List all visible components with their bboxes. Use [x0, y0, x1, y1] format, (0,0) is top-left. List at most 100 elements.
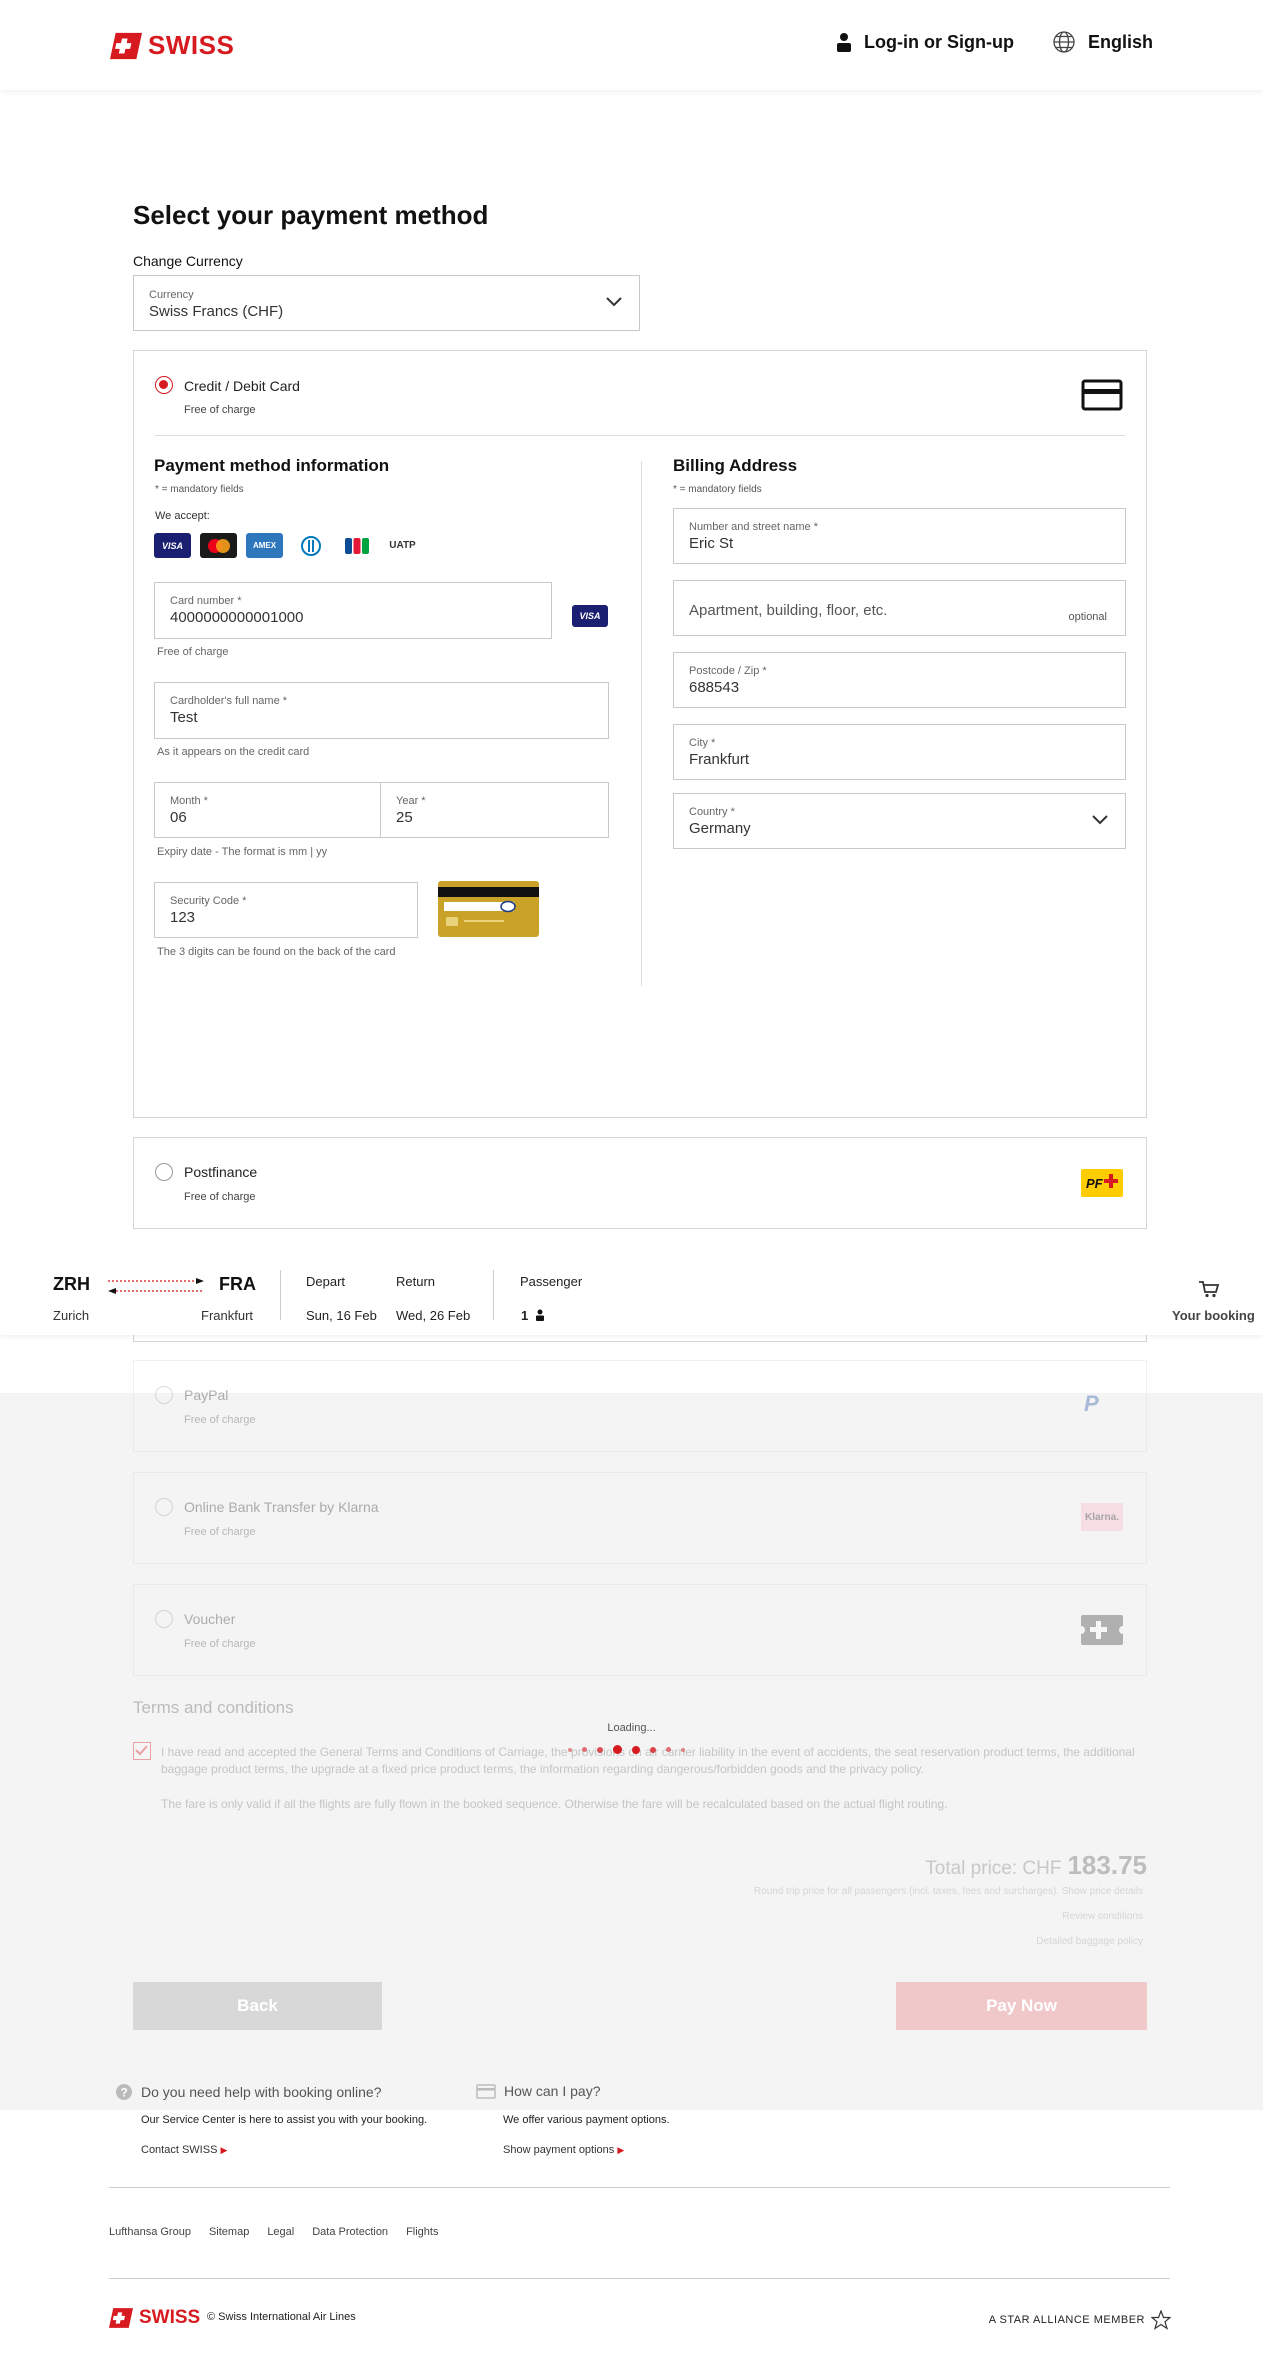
postfinance-option[interactable]: Postfinance Free of charge PF — [133, 1137, 1147, 1229]
page-title: Select your payment method — [133, 200, 489, 230]
voucher-option[interactable]: Voucher Free of charge — [133, 1584, 1147, 1676]
jcb-logo — [338, 533, 375, 558]
origin-city: Zurich — [53, 1308, 90, 1323]
footer-link[interactable]: Legal — [267, 2226, 294, 2238]
card-number-field[interactable]: Card number * 4000000000001000 — [154, 582, 552, 639]
postcode-label: Postcode / Zip * — [689, 665, 767, 677]
cart-icon[interactable] — [1198, 1280, 1220, 1298]
apartment-field[interactable]: Apartment, building, floor, etc. optiona… — [673, 580, 1126, 636]
visa-logo: VISA — [154, 533, 191, 558]
user-icon — [837, 33, 852, 52]
footer-divider — [109, 2278, 1170, 2279]
route-icon — [108, 1278, 204, 1294]
review-conditions-link[interactable]: Review conditions — [1062, 1911, 1143, 1922]
booking-summary-bar: ZRH Zurich FRA Frankfurt Depart Sun, 16 … — [0, 1250, 1263, 1335]
swiss-logo[interactable]: SWISS — [110, 30, 234, 61]
cardholder-hint: As it appears on the credit card — [157, 746, 310, 758]
city-field[interactable]: City * Frankfurt — [673, 724, 1126, 780]
voucher-label: Voucher — [184, 1611, 236, 1627]
klarna-sub: Free of charge — [184, 1526, 256, 1538]
footer-brand-name: SWISS — [139, 2307, 201, 2328]
postfinance-radio[interactable] — [155, 1163, 173, 1181]
credit-card-radio[interactable] — [155, 376, 173, 394]
divider — [641, 461, 642, 986]
pay-now-button[interactable]: Pay Now — [896, 1982, 1147, 2030]
currency-field-label: Currency — [149, 289, 194, 301]
we-accept-label: We accept: — [155, 510, 210, 522]
card-back-cvv-icon — [438, 881, 539, 937]
total-price: Total price: CHF 183.75 — [925, 1850, 1147, 1881]
login-label: Log-in or Sign-up — [864, 31, 1014, 52]
terms-checkbox[interactable] — [133, 1742, 151, 1760]
month-label: Month * — [170, 795, 208, 807]
chevron-down-icon — [606, 297, 622, 307]
passenger-label: Passenger — [520, 1274, 583, 1289]
svg-text:?: ? — [121, 2086, 128, 2100]
depart-label: Depart — [306, 1274, 346, 1289]
footer-link[interactable]: Lufthansa Group — [109, 2226, 191, 2238]
fare-validity-text: The fare is only valid if all the flight… — [161, 1797, 948, 1811]
klarna-radio[interactable] — [155, 1498, 173, 1516]
person-icon — [536, 1309, 544, 1321]
online-help-title: ? Do you need help with booking online? — [115, 2083, 382, 2101]
footer-link[interactable]: Data Protection — [312, 2226, 388, 2238]
country-label: Country * — [689, 806, 735, 818]
klarna-option[interactable]: Online Bank Transfer by Klarna Free of c… — [133, 1472, 1147, 1564]
month-field[interactable]: Month * 06 — [154, 782, 380, 838]
footer-swiss-logo[interactable]: SWISS — [109, 2307, 200, 2329]
postcode-field[interactable]: Postcode / Zip * 688543 — [673, 652, 1126, 708]
checkmark-icon — [135, 1745, 148, 1756]
how-to-pay-title-text: How can I pay? — [504, 2083, 601, 2099]
question-icon: ? — [116, 2084, 132, 2100]
currency-select[interactable]: Currency Swiss Francs (CHF) — [133, 275, 640, 331]
country-value: Germany — [689, 820, 751, 837]
language-selector[interactable]: English — [1052, 30, 1153, 54]
your-booking-label[interactable]: Your booking — [1172, 1308, 1255, 1323]
svg-text:PF: PF — [1086, 1176, 1104, 1191]
payment-options-link[interactable]: Show payment options ▶ — [503, 2144, 624, 2156]
contact-swiss-link[interactable]: Contact SWISS ▶ — [141, 2144, 227, 2156]
cardholder-value: Test — [170, 709, 198, 726]
loading-dot — [650, 1746, 656, 1753]
how-to-pay-text: We offer various payment options. — [503, 2114, 670, 2126]
year-field[interactable]: Year * 25 — [380, 782, 609, 838]
origin-code: ZRH — [53, 1274, 90, 1294]
detected-visa-badge: VISA — [572, 605, 608, 627]
back-button[interactable]: Back — [133, 1982, 382, 2030]
swiss-flag-icon — [110, 32, 142, 59]
country-select[interactable]: Country * Germany — [673, 793, 1126, 849]
baggage-policy-link[interactable]: Detailed baggage policy — [1036, 1936, 1143, 1947]
security-code-field[interactable]: Security Code * 123 — [154, 882, 418, 938]
destination-code: FRA — [219, 1274, 256, 1294]
loading-dot — [666, 1747, 671, 1752]
loading-spinner — [568, 1745, 685, 1754]
change-currency-label: Change Currency — [133, 253, 243, 269]
credit-card-label[interactable]: Credit / Debit Card — [184, 378, 300, 394]
paypal-option[interactable]: PayPal Free of charge P — [133, 1360, 1147, 1452]
paypal-radio[interactable] — [155, 1386, 173, 1404]
divider — [155, 435, 1125, 436]
voucher-radio[interactable] — [155, 1610, 173, 1628]
passenger-count: 1 — [521, 1308, 529, 1323]
year-label: Year * — [396, 795, 426, 807]
price-details-link[interactable]: Round trip price for all passengers (inc… — [754, 1886, 1143, 1897]
loading-dot — [582, 1747, 587, 1752]
footer-link[interactable]: Flights — [406, 2226, 438, 2238]
globe-icon — [1053, 31, 1075, 53]
loading-dot — [597, 1746, 603, 1753]
street-field[interactable]: Number and street name * Eric St — [673, 508, 1126, 564]
cardholder-name-field[interactable]: Cardholder's full name * Test — [154, 682, 609, 739]
footer-link[interactable]: Sitemap — [209, 2226, 249, 2238]
login-link[interactable]: Log-in or Sign-up — [836, 32, 1014, 53]
loading-dot — [613, 1745, 622, 1754]
postfinance-sub: Free of charge — [184, 1191, 256, 1203]
currency-value: Swiss Francs (CHF) — [149, 303, 284, 320]
chevron-down-icon — [1092, 815, 1108, 825]
voucher-sub: Free of charge — [184, 1638, 256, 1650]
loading-text: Loading... — [607, 1722, 656, 1734]
star-alliance-text: A STAR ALLIANCE MEMBER — [988, 2314, 1145, 2326]
credit-card-icon — [476, 2083, 496, 2099]
arrow-right-icon: ▶ — [617, 2145, 625, 2155]
klarna-label: Online Bank Transfer by Klarna — [184, 1499, 379, 1515]
online-help-title-text: Do you need help with booking online? — [141, 2084, 382, 2100]
